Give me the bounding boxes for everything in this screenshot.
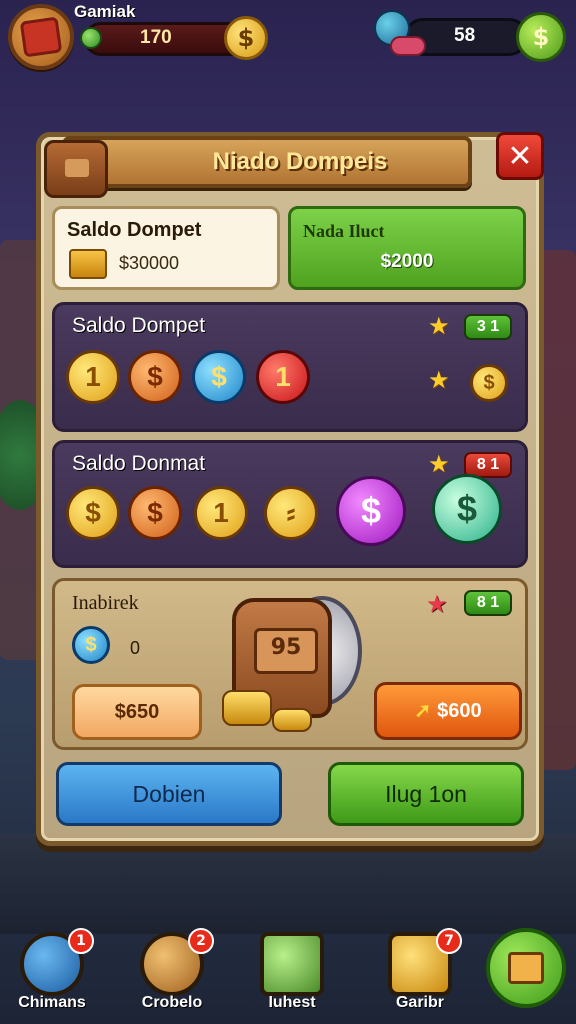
coin-icon[interactable]: $ [336,476,406,546]
coin-icon[interactable]: 1 [194,486,248,540]
row1-label: Saldo Dompet [72,314,206,337]
row3-badge: 8 1 [464,590,512,616]
balance-card[interactable]: Saldo Dompet $30000 [52,206,280,290]
row3-label: Inabirek [72,592,139,614]
star-icon: ★ [428,366,450,394]
offer-card[interactable]: Nada Iluct $2000 [288,206,526,290]
nav-item-iuhest[interactable]: Iuhest [252,928,332,1022]
nav-label: Crobelo [141,994,203,1011]
currency-value: 58 [454,25,476,46]
player-avatar[interactable] [8,4,74,70]
home-button[interactable] [486,928,566,1008]
close-icon: ✕ [507,138,533,174]
coin-icon: $ [470,364,508,402]
nav-item-crobelo[interactable]: 2 Crobelo [132,928,214,1022]
background-building-right [540,250,576,770]
background-floor [0,834,576,934]
nav-label: Chimans [18,994,86,1011]
offer-card-value: $2000 [380,251,434,272]
coin-icon[interactable]: $ [192,350,246,404]
top-bar: Gamiak 170 $ 58 $ [0,0,576,80]
nav-label: Iuhest [268,994,316,1011]
coin-icon[interactable]: $ [432,474,502,544]
star-icon: ★ [426,590,448,618]
arrow-icon: ➚ [414,700,432,722]
coin-icon: $ [72,626,110,664]
add-currency-button[interactable]: $ [516,12,566,62]
coin-stack-icon [272,708,312,732]
coin-value: 170 [140,27,172,48]
offer-card-label: Nada Iluct [303,221,385,241]
coin-icon[interactable]: ⸗ [264,486,318,540]
notification-badge: 2 [188,928,214,954]
nav-label: Garibr [395,994,444,1011]
notification-badge: 7 [436,928,462,954]
player-name: Gamiak [74,2,136,21]
gold-bar-icon [69,249,107,279]
coin-icon[interactable]: $ [128,486,182,540]
home-icon [508,952,544,984]
blue-action-button[interactable]: Dobien [56,762,282,826]
cash-icon [260,932,324,996]
row2-label: Saldo Donmat [72,452,206,475]
avatar-icon [19,16,63,58]
nav-item-garibr[interactable]: 7 Garibr [380,928,462,1022]
coin-icon[interactable]: $ [128,350,182,404]
star-icon: ★ [428,312,450,340]
green-action-button[interactable]: Ilug 1on [328,762,524,826]
coin-icon[interactable]: $ [66,486,120,540]
nav-item-chimans[interactable]: 1 Chimans [12,928,94,1022]
gem-icon [80,27,102,49]
coin-icon[interactable]: 1 [256,350,310,404]
star-icon: ★ [428,450,450,478]
balance-card-label: Saldo Dompet [67,219,202,241]
bag-icon [44,140,108,198]
coin-icon[interactable]: 1 [66,350,120,404]
row3-zero-value: 0 [130,638,141,658]
panel-title: Niado Dompeis [212,148,388,175]
price-right-label: $600 [437,700,482,722]
add-coins-button[interactable]: $ [224,16,268,60]
balance-card-value: $30000 [119,253,180,273]
notification-badge: 1 [68,928,94,954]
price-right-button[interactable]: ➚ $600 [374,682,522,740]
coin-stack-icon [222,690,272,726]
close-button[interactable]: ✕ [496,132,544,180]
price-left-button[interactable]: $650 [72,684,202,740]
row1-badge: 3 1 [464,314,512,340]
candy-icon [374,10,426,62]
